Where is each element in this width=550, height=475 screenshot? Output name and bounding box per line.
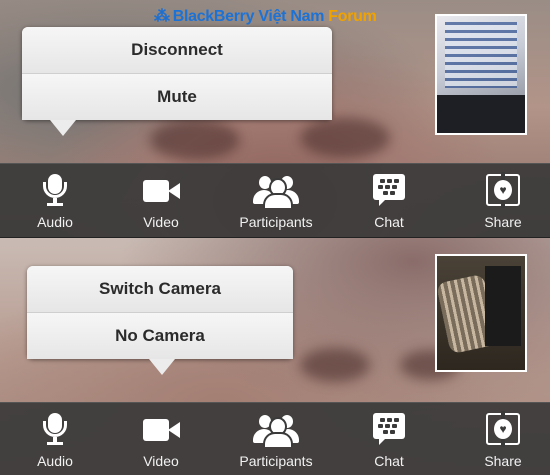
video-shadow: [300, 118, 390, 158]
video-button[interactable]: Video: [106, 403, 216, 475]
share-icon: ♥: [483, 172, 523, 208]
microphone-icon: [35, 174, 75, 206]
video-popup-menu: Switch Camera No Camera: [27, 266, 293, 375]
forum-watermark: ⁂ BlackBerry Việt Nam Forum: [154, 6, 377, 26]
participants-button[interactable]: Participants: [220, 403, 332, 475]
video-call-panel-video: Switch Camera No Camera Audio Video Part…: [0, 237, 550, 475]
popup-pointer: [50, 120, 76, 136]
self-view-thumbnail[interactable]: [435, 14, 527, 135]
audio-label: Audio: [37, 214, 73, 230]
share-button[interactable]: ♥ Share: [448, 164, 550, 237]
share-label: Share: [484, 453, 522, 469]
participants-label: Participants: [239, 453, 313, 469]
audio-button[interactable]: Audio: [0, 403, 110, 475]
call-toolbar: Audio Video Participants Chat ♥ Share: [0, 163, 550, 237]
call-toolbar: Audio Video Participants Chat ♥ Share: [0, 402, 550, 475]
participants-label: Participants: [239, 214, 313, 230]
chat-label: Chat: [374, 214, 404, 230]
chat-button[interactable]: Chat: [334, 164, 444, 237]
disconnect-menu-item[interactable]: Disconnect: [22, 27, 332, 73]
no-camera-menu-item[interactable]: No Camera: [27, 312, 293, 359]
share-button[interactable]: ♥ Share: [448, 403, 550, 475]
video-button[interactable]: Video: [106, 164, 216, 237]
chat-button[interactable]: Chat: [334, 403, 444, 475]
blackberry-logo-icon: ⁂: [154, 8, 170, 25]
video-shadow: [150, 120, 240, 160]
audio-popup-menu: Disconnect Mute: [22, 27, 332, 136]
video-call-panel-audio: ⁂ BlackBerry Việt Nam Forum Disconnect Mu…: [0, 0, 550, 237]
watermark-main-text: BlackBerry Việt Nam: [172, 8, 325, 25]
microphone-icon: [35, 413, 75, 445]
chat-label: Chat: [374, 453, 404, 469]
audio-button[interactable]: Audio: [0, 164, 110, 237]
watermark-accent-text: Forum: [328, 8, 377, 25]
switch-camera-menu-item[interactable]: Switch Camera: [27, 266, 293, 312]
bbm-chat-icon: [369, 174, 409, 206]
participants-icon: [253, 174, 299, 208]
self-view-thumbnail[interactable]: [435, 254, 527, 372]
bbm-chat-icon: [369, 413, 409, 445]
video-shadow: [300, 348, 370, 382]
share-label: Share: [484, 214, 522, 230]
audio-label: Audio: [37, 453, 73, 469]
video-camera-icon: [141, 413, 181, 445]
participants-button[interactable]: Participants: [220, 164, 332, 237]
participants-icon: [253, 413, 299, 447]
video-label: Video: [143, 214, 179, 230]
popup-pointer: [149, 359, 175, 375]
share-icon: ♥: [483, 411, 523, 447]
video-camera-icon: [141, 174, 181, 206]
mute-menu-item[interactable]: Mute: [22, 73, 332, 120]
video-label: Video: [143, 453, 179, 469]
